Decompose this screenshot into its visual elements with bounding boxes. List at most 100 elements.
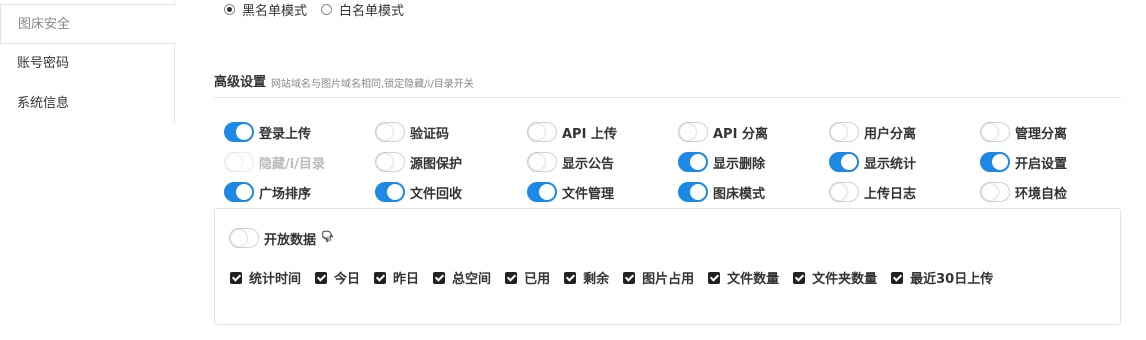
open-data-checkbox[interactable]: 图片占用 xyxy=(623,268,694,287)
sidebar-item-image-security[interactable]: 图床安全 xyxy=(0,4,175,44)
toggle-label: 显示公告 xyxy=(562,156,615,172)
open-data-checkbox[interactable]: 文件数量 xyxy=(708,268,779,287)
toggle-item[interactable]: 登录上传 xyxy=(224,121,311,143)
checkbox-label: 总空间 xyxy=(452,272,492,287)
toggle-label: 文件管理 xyxy=(562,186,615,202)
toggle-switch[interactable] xyxy=(375,152,405,172)
advanced-settings-title: 高级设置 xyxy=(214,75,267,90)
open-data-checkbox[interactable]: 最近30日上传 xyxy=(891,268,993,287)
open-data-switch[interactable] xyxy=(229,228,259,248)
open-data-checkbox[interactable]: 昨日 xyxy=(374,268,419,287)
toggle-switch[interactable] xyxy=(527,122,557,142)
blacklist-mode-radio[interactable]: 黑名单模式 xyxy=(224,0,307,19)
checkbox-checked-icon[interactable] xyxy=(230,271,242,284)
toggle-switch[interactable] xyxy=(829,182,859,202)
checkbox-label: 昨日 xyxy=(393,272,420,287)
checkbox-checked-icon[interactable] xyxy=(623,271,636,284)
checkbox-checked-icon[interactable] xyxy=(374,271,387,284)
checkbox-checked-icon[interactable] xyxy=(793,271,806,284)
checkbox-checked-icon[interactable] xyxy=(315,271,328,284)
open-data-checkbox[interactable]: 统计时间 xyxy=(230,268,301,287)
checkbox-label: 剩余 xyxy=(583,272,610,287)
toggle-item[interactable]: 上传日志 xyxy=(829,181,916,203)
toggle-item[interactable]: API 分离 xyxy=(678,121,768,143)
radio-unselected-icon xyxy=(321,3,333,15)
toggle-label: 图床模式 xyxy=(713,186,766,202)
section-divider xyxy=(214,97,1121,98)
toggle-label: 登录上传 xyxy=(259,126,312,142)
whitelist-mode-label: 白名单模式 xyxy=(339,3,405,19)
toggle-item[interactable]: 文件回收 xyxy=(375,181,462,203)
toggle-item[interactable]: 源图保护 xyxy=(375,151,462,173)
list-mode-radio-group: 黑名单模式 白名单模式 xyxy=(224,0,418,19)
open-data-checkbox[interactable]: 已用 xyxy=(505,268,550,287)
toggle-label: 广场排序 xyxy=(259,186,312,202)
toggle-switch[interactable] xyxy=(375,182,405,202)
toggle-switch[interactable] xyxy=(375,122,405,142)
open-data-toggle[interactable]: 开放数据 xyxy=(229,228,333,248)
toggle-switch[interactable] xyxy=(678,122,708,142)
sidebar-item-account-password[interactable]: 账号密码 xyxy=(0,44,174,84)
toggle-switch[interactable] xyxy=(980,152,1010,172)
open-data-checkbox[interactable]: 剩余 xyxy=(564,268,609,287)
toggle-item[interactable]: 广场排序 xyxy=(224,181,311,203)
toggle-item[interactable]: 图床模式 xyxy=(678,181,765,203)
checkbox-label: 今日 xyxy=(334,272,361,287)
toggle-switch[interactable] xyxy=(224,122,254,142)
checkbox-label: 图片占用 xyxy=(642,272,695,287)
sidebar-item-system-info[interactable]: 系统信息 xyxy=(0,84,174,124)
toggle-switch[interactable] xyxy=(224,182,254,202)
toggle-label: 开启设置 xyxy=(1015,156,1068,172)
toggle-label: API 分离 xyxy=(713,126,768,142)
toggle-label: 环境自检 xyxy=(1015,186,1068,202)
hand-pointing-icon xyxy=(320,230,333,247)
toggle-item[interactable]: 环境自检 xyxy=(980,181,1067,203)
checkbox-label: 已用 xyxy=(524,272,551,287)
toggle-item[interactable]: 显示统计 xyxy=(829,151,916,173)
toggle-label: 显示统计 xyxy=(864,156,917,172)
toggle-item[interactable]: 验证码 xyxy=(375,121,449,143)
toggle-item[interactable]: 开启设置 xyxy=(980,151,1067,173)
toggle-switch[interactable] xyxy=(980,122,1010,142)
checkbox-label: 文件数量 xyxy=(727,272,780,287)
toggle-item[interactable]: API 上传 xyxy=(527,121,617,143)
toggle-switch[interactable] xyxy=(829,152,859,172)
open-data-checkbox[interactable]: 总空间 xyxy=(433,268,491,287)
open-data-checkbox[interactable]: 今日 xyxy=(315,268,360,287)
toggle-label: 隐藏/i/目录 xyxy=(259,156,325,172)
toggle-item[interactable]: 显示删除 xyxy=(678,151,765,173)
checkbox-label: 文件夹数量 xyxy=(812,272,878,287)
toggle-switch[interactable] xyxy=(678,182,708,202)
advanced-settings-hint: 网站域名与图片域名相同,锁定隐藏/i/目录开关 xyxy=(271,79,474,90)
toggle-label: 用户分离 xyxy=(864,126,917,142)
open-data-panel xyxy=(214,208,1121,325)
toggle-switch xyxy=(224,152,254,172)
toggle-item: 隐藏/i/目录 xyxy=(224,151,325,173)
checkbox-checked-icon[interactable] xyxy=(433,271,446,284)
toggle-label: 上传日志 xyxy=(864,186,917,202)
checkbox-checked-icon[interactable] xyxy=(564,271,577,284)
radio-selected-icon xyxy=(224,3,235,15)
open-data-label: 开放数据 xyxy=(264,232,317,248)
toggle-switch[interactable] xyxy=(829,122,859,142)
settings-sidebar: 图床安全 账号密码 系统信息 xyxy=(0,0,175,124)
toggle-switch[interactable] xyxy=(980,182,1010,202)
toggle-item[interactable]: 文件管理 xyxy=(527,181,614,203)
toggle-switch[interactable] xyxy=(527,182,557,202)
checkbox-checked-icon[interactable] xyxy=(505,271,518,284)
whitelist-mode-radio[interactable]: 白名单模式 xyxy=(321,0,404,19)
toggle-switch[interactable] xyxy=(678,152,708,172)
toggle-item[interactable]: 用户分离 xyxy=(829,121,916,143)
open-data-checkbox[interactable]: 文件夹数量 xyxy=(793,268,877,287)
checkbox-checked-icon[interactable] xyxy=(708,271,721,284)
toggle-switch[interactable] xyxy=(527,152,557,172)
toggle-label: 显示删除 xyxy=(713,156,766,172)
checkbox-checked-icon[interactable] xyxy=(891,271,904,284)
open-data-checkbox-row: 统计时间 今日 昨日 总空间 已用 剩余 图片占用 文件数量 文件夹数量 最近30日上传 xyxy=(230,268,1007,287)
toggle-label: API 上传 xyxy=(562,126,617,142)
toggle-item[interactable]: 显示公告 xyxy=(527,151,614,173)
checkbox-label: 最近30日上传 xyxy=(910,272,994,287)
toggle-label: 文件回收 xyxy=(410,186,463,202)
toggle-item[interactable]: 管理分离 xyxy=(980,121,1067,143)
blacklist-mode-label: 黑名单模式 xyxy=(242,3,308,19)
